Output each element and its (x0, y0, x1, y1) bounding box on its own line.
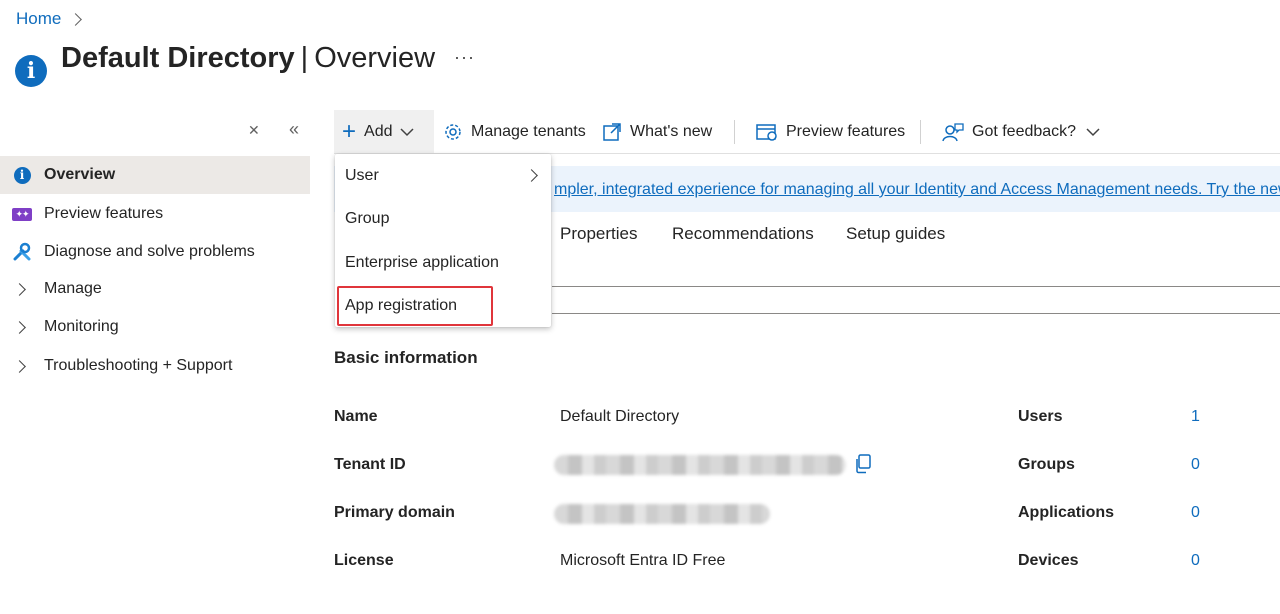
highlight-box (337, 286, 493, 326)
sidebar-item-diagnose[interactable]: Diagnose and solve problems (0, 233, 310, 271)
chevron-right-icon (12, 282, 26, 296)
manage-tenants-label: Manage tenants (471, 123, 586, 140)
banner-link[interactable]: mpler, integrated experience for managin… (554, 181, 1280, 199)
chevron-down-icon (400, 128, 415, 137)
breadcrumb: Home (16, 9, 83, 29)
info-icon: i (13, 166, 31, 184)
breadcrumb-home-link[interactable]: Home (16, 9, 61, 29)
tenant-id-label: Tenant ID (334, 456, 406, 473)
primary-domain-label: Primary domain (334, 504, 455, 521)
more-options-button[interactable]: ··· (454, 47, 475, 68)
search-box-top-border (552, 286, 1280, 287)
title-separator: | (300, 42, 309, 74)
manage-tenants-button[interactable]: Manage tenants (443, 110, 586, 154)
sidebar-item-label: Troubleshooting + Support (44, 357, 233, 374)
sidebar-item-manage[interactable]: Manage (0, 270, 310, 308)
menu-item-enterprise-application[interactable]: Enterprise application (335, 241, 551, 284)
page-title-main: Default Directory (61, 42, 295, 74)
sidebar-item-overview[interactable]: i Overview (0, 156, 310, 194)
add-button[interactable]: + Add (334, 110, 434, 154)
menu-item-label: User (345, 166, 379, 184)
primary-domain-value-redacted (554, 504, 770, 524)
external-link-icon (603, 123, 621, 141)
sidebar-item-label: Diagnose and solve problems (44, 243, 255, 260)
applications-count-link[interactable]: 0 (1191, 504, 1200, 522)
add-label: Add (364, 123, 393, 140)
section-title: Basic information (334, 348, 478, 367)
chevron-down-icon (1086, 128, 1100, 137)
sidebar-item-label: Overview (44, 166, 116, 183)
tenant-id-value-redacted (554, 455, 846, 475)
page-title: Default Directory | Overview (61, 42, 435, 75)
sidebar-item-label: Monitoring (44, 318, 119, 335)
chevron-right-icon (525, 169, 538, 182)
users-count-link[interactable]: 1 (1191, 408, 1200, 426)
sidebar-item-monitoring[interactable]: Monitoring (0, 308, 310, 346)
chevron-right-icon (12, 320, 26, 334)
tab-setup-guides[interactable]: Setup guides (846, 224, 945, 244)
applications-label: Applications (1018, 504, 1115, 521)
collapse-sidebar-icon[interactable]: « (289, 119, 299, 140)
whats-new-label: What's new (630, 123, 713, 140)
groups-label: Groups (1018, 456, 1075, 473)
sidebar-item-troubleshooting[interactable]: Troubleshooting + Support (0, 347, 310, 385)
chevron-right-icon (69, 13, 83, 26)
sidebar-item-label: Manage (44, 280, 102, 297)
search-box-bottom-border (552, 313, 1280, 314)
page-title-sub: Overview (314, 42, 436, 74)
preview-icon (756, 124, 777, 141)
divider (734, 120, 735, 144)
wrench-icon (13, 242, 31, 261)
devices-count-link[interactable]: 0 (1191, 552, 1200, 570)
sidebar-item-label: Preview features (44, 205, 164, 222)
tab-recommendations[interactable]: Recommendations (672, 224, 814, 244)
license-label: License (334, 552, 394, 569)
menu-item-group[interactable]: Group (335, 197, 551, 240)
feedback-label: Got feedback? (972, 123, 1077, 140)
copy-icon[interactable] (854, 454, 872, 479)
groups-count-link[interactable]: 0 (1191, 456, 1200, 474)
gear-icon (445, 124, 461, 140)
whats-new-button[interactable]: What's new (602, 110, 712, 154)
info-icon: i (15, 55, 47, 87)
menu-item-label: Enterprise application (345, 253, 499, 271)
name-label: Name (334, 408, 378, 425)
preview-features-button[interactable]: Preview features (756, 110, 905, 154)
license-value: Microsoft Entra ID Free (560, 552, 726, 569)
users-label: Users (1018, 408, 1063, 425)
preview-features-label: Preview features (786, 123, 906, 140)
chevron-right-icon (12, 359, 26, 373)
close-search-icon[interactable]: ✕ (248, 122, 260, 139)
divider (920, 120, 921, 144)
preview-features-icon: ✦✦ (12, 207, 32, 221)
name-value: Default Directory (560, 408, 680, 425)
devices-label: Devices (1018, 552, 1079, 569)
sidebar-item-preview-features[interactable]: ✦✦ Preview features (0, 195, 310, 233)
feedback-button[interactable]: Got feedback? (942, 110, 1100, 154)
menu-item-user[interactable]: User (335, 154, 551, 197)
tab-properties[interactable]: Properties (560, 224, 637, 244)
menu-item-label: Group (345, 209, 390, 227)
feedback-icon (942, 123, 964, 142)
plus-icon: + (342, 118, 357, 145)
